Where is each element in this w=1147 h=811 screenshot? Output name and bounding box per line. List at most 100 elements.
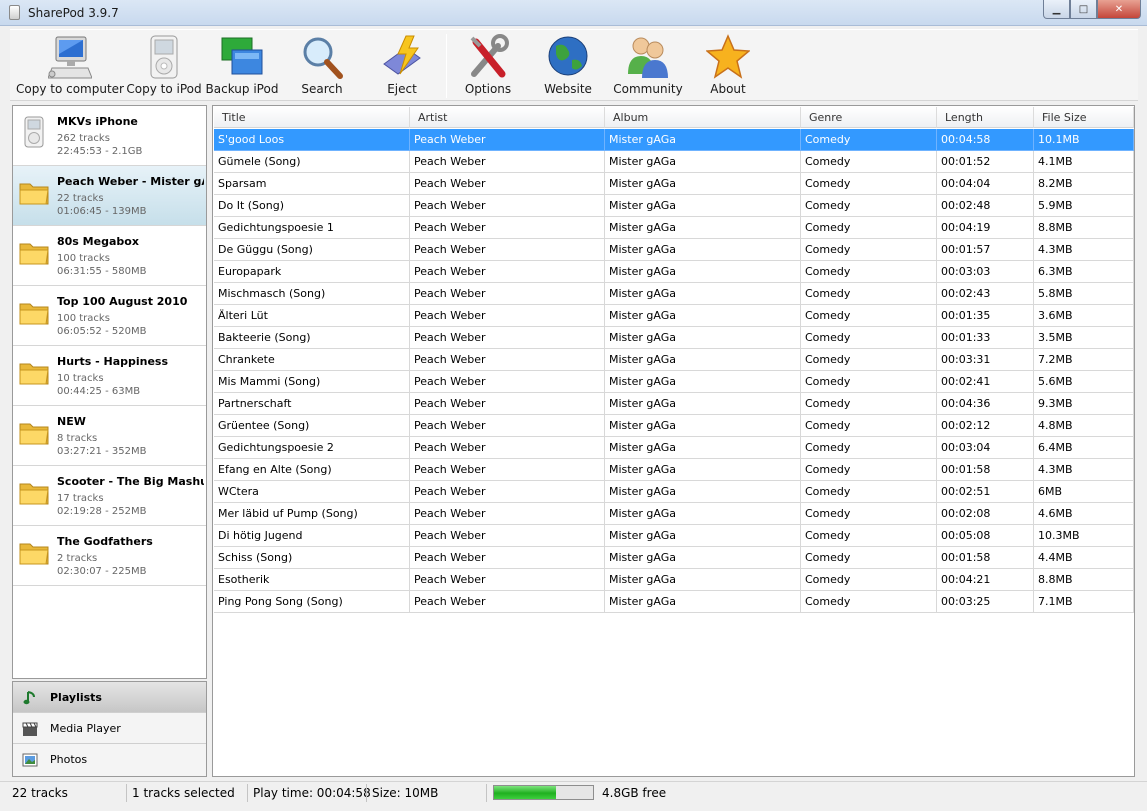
table-cell: 00:02:51 <box>937 481 1034 503</box>
table-cell: 00:05:08 <box>937 525 1034 547</box>
backup-ipod-button[interactable]: Backup iPod <box>202 30 282 102</box>
playlist-item[interactable]: 80s Megabox 100 tracks 06:31:55 - 580MB <box>13 226 206 286</box>
column-header[interactable]: File Size <box>1034 107 1134 128</box>
options-button[interactable]: Options <box>448 30 528 102</box>
playlist-track-count: 17 tracks <box>57 493 104 504</box>
table-row[interactable]: Älteri Lüt Peach Weber Mister gAGa Comedy 00… <box>214 305 1134 327</box>
table-row[interactable]: Bakteerie (Song) Peach Weber Mister gAGa Co… <box>214 327 1134 349</box>
table-cell: Esotherik <box>214 569 410 591</box>
table-cell: Comedy <box>801 415 937 437</box>
about-button[interactable]: About <box>688 30 768 102</box>
table-row[interactable]: Di hötig Jugend Peach Weber Mister gAGa Com… <box>214 525 1134 547</box>
column-header[interactable]: Title <box>214 107 410 128</box>
table-row[interactable]: Mischmasch (Song) Peach Weber Mister gAGa C… <box>214 283 1134 305</box>
playlist-item[interactable]: Top 100 August 2010 100 tracks 06:05:52 - … <box>13 286 206 346</box>
table-cell: Gedichtungspoesie 2 <box>214 437 410 459</box>
playlist-item[interactable]: Scooter - The Big Mashup 17 tracks 02:19:2… <box>13 466 206 526</box>
playlist-name: Hurts - Happiness <box>57 355 169 368</box>
table-row[interactable]: Partnerschaft Peach Weber Mister gAGa Comed… <box>214 393 1134 415</box>
table-row[interactable]: De Güggu (Song) Peach Weber Mister gAGa Com… <box>214 239 1134 261</box>
maximize-button[interactable]: □ <box>1070 0 1097 19</box>
table-row[interactable]: WCtera Peach Weber Mister gAGa Comedy 00:02:… <box>214 481 1134 503</box>
table-row[interactable]: Do It (Song) Peach Weber Mister gAGa Comedy… <box>214 195 1134 217</box>
table-row[interactable]: Mer läbid uf Pump (Song) Peach Weber Miste… <box>214 503 1134 525</box>
table-cell: Peach Weber <box>410 129 605 151</box>
column-header[interactable]: Genre <box>801 107 937 128</box>
playlist-name: The Godfathers <box>57 535 153 548</box>
table-row[interactable]: Gedichtungspoesie 2 Peach Weber Mister gAG… <box>214 437 1134 459</box>
table-cell: Peach Weber <box>410 569 605 591</box>
table-row[interactable]: Schiss (Song) Peach Weber Mister gAGa Comed… <box>214 547 1134 569</box>
table-cell: 5.9MB <box>1034 195 1134 217</box>
table-cell: Peach Weber <box>410 327 605 349</box>
table-cell: Mister gAGa <box>605 393 801 415</box>
table-row[interactable]: Efang en Alte (Song) Peach Weber Mister gA… <box>214 459 1134 481</box>
table-cell: 00:01:33 <box>937 327 1034 349</box>
app-icon <box>9 5 20 20</box>
table-cell: 00:03:31 <box>937 349 1034 371</box>
table-cell: Peach Weber <box>410 173 605 195</box>
playlist-panel: MKVs iPhone 262 tracks 22:45:53 - 2.1GB Pea… <box>12 105 207 679</box>
folder-icon <box>19 483 49 505</box>
copy-to-ipod-button[interactable]: Copy to iPod <box>126 30 202 102</box>
star-icon <box>706 34 750 79</box>
table-cell: Peach Weber <box>410 591 605 613</box>
nav-media-player[interactable]: Media Player <box>13 713 206 744</box>
close-button[interactable]: ✕ <box>1097 0 1141 19</box>
table-cell: Grüentee (Song) <box>214 415 410 437</box>
table-cell: 10.1MB <box>1034 129 1134 151</box>
table-row[interactable]: Grüentee (Song) Peach Weber Mister gAGa Com… <box>214 415 1134 437</box>
title-bar: SharePod 3.9.7 ▁ □ ✕ <box>0 0 1147 26</box>
table-row[interactable]: Gedichtungspoesie 1 Peach Weber Mister gAG… <box>214 217 1134 239</box>
table-row[interactable]: Esotherik Peach Weber Mister gAGa Comedy 00:… <box>214 569 1134 591</box>
playlist-item[interactable]: NEW 8 tracks 03:27:21 - 352MB <box>13 406 206 466</box>
status-separator <box>247 784 248 802</box>
status-separator <box>126 784 127 802</box>
table-cell: 6.4MB <box>1034 437 1134 459</box>
search-button[interactable]: Search <box>282 30 362 102</box>
table-cell: 00:02:48 <box>937 195 1034 217</box>
column-header[interactable]: Length <box>937 107 1034 128</box>
table-row[interactable]: Chrankete Peach Weber Mister gAGa Comedy 00:… <box>214 349 1134 371</box>
table-header: Title Artist Album Genre Length File Size <box>214 107 1134 128</box>
status-separator <box>486 784 487 802</box>
table-row[interactable]: Sparsam Peach Weber Mister gAGa Comedy 00:04… <box>214 173 1134 195</box>
minimize-button[interactable]: ▁ <box>1043 0 1070 19</box>
playlist-item[interactable]: MKVs iPhone 262 tracks 22:45:53 - 2.1GB <box>13 106 206 166</box>
table-cell: Di hötig Jugend <box>214 525 410 547</box>
playlist-item[interactable]: Hurts - Happiness 10 tracks 00:44:25 - 63M… <box>13 346 206 406</box>
table-cell: Mister gAGa <box>605 525 801 547</box>
nav-playlists[interactable]: Playlists <box>13 682 206 713</box>
table-row[interactable]: S'good Loos Peach Weber Mister gAGa Comedy 0… <box>214 129 1134 151</box>
playlist-duration-size: 01:06:45 - 139MB <box>57 206 147 217</box>
table-cell: Mister gAGa <box>605 459 801 481</box>
table-cell: Chrankete <box>214 349 410 371</box>
copy-to-computer-button[interactable]: Copy to computer <box>14 30 126 102</box>
table-row[interactable]: Gümele (Song) Peach Weber Mister gAGa Comed… <box>214 151 1134 173</box>
community-button[interactable]: Community <box>608 30 688 102</box>
table-cell: Mister gAGa <box>605 327 801 349</box>
table-cell: 9.3MB <box>1034 393 1134 415</box>
table-cell: Mer läbid uf Pump (Song) <box>214 503 410 525</box>
column-header[interactable]: Album <box>605 107 801 128</box>
table-cell: Mister gAGa <box>605 195 801 217</box>
playlist-name: NEW <box>57 415 86 428</box>
playlist-item[interactable]: The Godfathers 2 tracks 02:30:07 - 225MB <box>13 526 206 586</box>
table-cell: 00:03:03 <box>937 261 1034 283</box>
website-button[interactable]: Website <box>528 30 608 102</box>
table-cell: 00:02:12 <box>937 415 1034 437</box>
column-header[interactable]: Artist <box>410 107 605 128</box>
table-cell: 00:04:58 <box>937 129 1034 151</box>
playlist-item[interactable]: Peach Weber - Mister gA 22 tracks 01:06:45… <box>13 166 206 226</box>
table-cell: Comedy <box>801 283 937 305</box>
table-cell: Mister gAGa <box>605 371 801 393</box>
table-row[interactable]: Ping Pong Song (Song) Peach Weber Mister g… <box>214 591 1134 613</box>
playlist-track-count: 22 tracks <box>57 193 104 204</box>
table-cell: Peach Weber <box>410 525 605 547</box>
nav-photos[interactable]: Photos <box>13 744 206 775</box>
table-cell: 6MB <box>1034 481 1134 503</box>
eject-button[interactable]: Eject <box>362 30 442 102</box>
table-cell: 4.1MB <box>1034 151 1134 173</box>
table-row[interactable]: Mis Mammi (Song) Peach Weber Mister gAGa Co… <box>214 371 1134 393</box>
table-row[interactable]: Europapark Peach Weber Mister gAGa Comedy 00… <box>214 261 1134 283</box>
